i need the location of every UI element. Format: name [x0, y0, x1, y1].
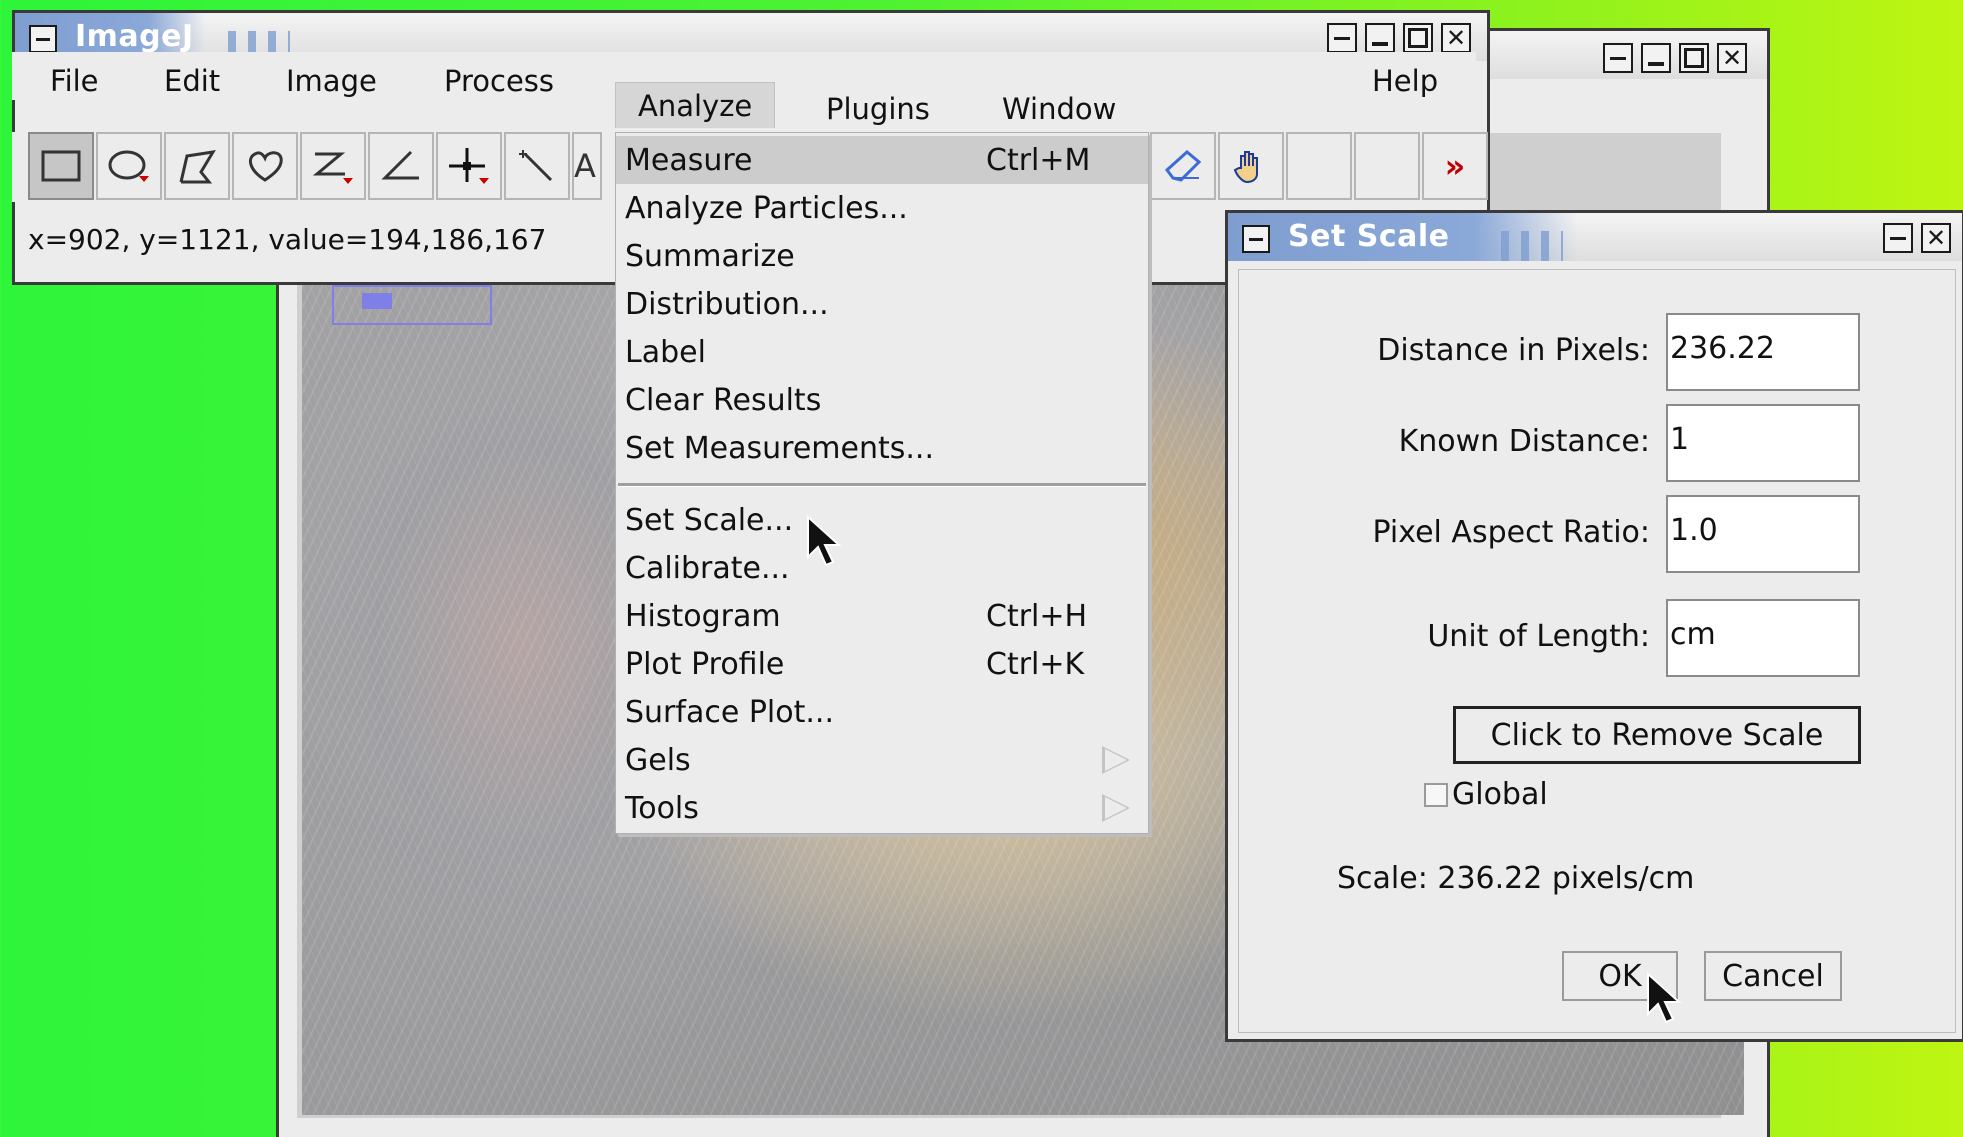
point-tool-icon[interactable]	[436, 132, 502, 200]
set-scale-close-button[interactable]: ✕	[1921, 223, 1951, 253]
imagej-lower-button[interactable]	[1365, 23, 1395, 53]
line-tool-icon[interactable]	[300, 132, 366, 200]
calibrate-label: Calibrate...	[625, 550, 790, 586]
distribution-label: Distribution...	[625, 286, 829, 322]
menu-plugins[interactable]: Plugins	[804, 86, 952, 132]
plot-profile-shortcut: Ctrl+K	[986, 646, 1085, 682]
text-tool-icon[interactable]: A	[572, 132, 602, 200]
mouse-cursor-icon	[807, 515, 842, 567]
menu-separator	[618, 483, 1146, 487]
global-label: Global	[1452, 777, 1548, 812]
label-label: Label	[625, 334, 706, 370]
menu-item-summarize[interactable]: Summarize	[616, 232, 1148, 280]
analyze-dropdown-menu: Measure Ctrl+M Analyze Particles... Summ…	[615, 132, 1149, 834]
oval-tool-icon[interactable]	[96, 132, 162, 200]
set-scale-system-menu-icon[interactable]	[1242, 225, 1270, 253]
angle-tool-icon[interactable]	[368, 132, 434, 200]
menu-item-calibrate[interactable]: Calibrate...	[616, 544, 1148, 592]
global-checkbox[interactable]	[1424, 783, 1448, 807]
imagej-title: ImageJ	[75, 19, 194, 54]
imagej-maximize-button[interactable]	[1403, 23, 1433, 53]
menu-item-set-scale[interactable]: Set Scale...	[616, 496, 1148, 544]
menu-window[interactable]: Window	[980, 86, 1138, 132]
set-scale-dialog: Set Scale ✕ Distance in Pixels: 236.22 K…	[1225, 210, 1963, 1042]
image-window-minimize-button[interactable]	[1603, 43, 1633, 73]
menu-item-measure[interactable]: Measure Ctrl+M	[616, 136, 1148, 184]
menu-item-plot-profile[interactable]: Plot Profile Ctrl+K	[616, 640, 1148, 688]
menu-item-tools[interactable]: Tools	[616, 784, 1148, 832]
imagej-menu-bar: File Edit Image Process Analyze Plugins …	[12, 52, 1476, 128]
unit-label: Unit of Length:	[1427, 619, 1650, 654]
measure-shortcut: Ctrl+M	[986, 142, 1091, 178]
eraser-tool-icon[interactable]	[1150, 132, 1216, 200]
menu-item-clear-results[interactable]: Clear Results	[616, 376, 1148, 424]
title-pattern-decoration	[1493, 231, 1563, 261]
plot-profile-label: Plot Profile	[625, 646, 785, 682]
menu-item-label[interactable]: Label	[616, 328, 1148, 376]
set-scale-title-bar[interactable]: Set Scale ✕	[1228, 213, 1962, 261]
set-scale-minimize-button[interactable]	[1883, 223, 1913, 253]
wand-tool-icon[interactable]	[504, 132, 570, 200]
menu-item-histogram[interactable]: Histogram Ctrl+H	[616, 592, 1148, 640]
analyze-particles-label: Analyze Particles...	[625, 190, 908, 226]
menu-analyze[interactable]: Analyze	[615, 82, 776, 128]
set-measurements-label: Set Measurements...	[625, 430, 934, 466]
selection-rectangle[interactable]	[332, 285, 492, 325]
submenu-arrow-icon	[1102, 746, 1130, 774]
aspect-ratio-label: Pixel Aspect Ratio:	[1372, 515, 1651, 550]
menu-item-distribution[interactable]: Distribution...	[616, 280, 1148, 328]
hand-tool-icon[interactable]	[1218, 132, 1284, 200]
imagej-close-button[interactable]: ✕	[1441, 23, 1471, 53]
mouse-cursor-icon	[1647, 972, 1682, 1024]
image-window-close-button[interactable]: ✕	[1717, 43, 1747, 73]
histogram-label: Histogram	[625, 598, 781, 634]
scale-readout: Scale: 236.22 pixels/cm	[1337, 861, 1695, 896]
surface-plot-label: Surface Plot...	[625, 694, 834, 730]
polygon-tool-icon[interactable]	[164, 132, 230, 200]
menu-edit[interactable]: Edit	[142, 58, 242, 104]
menu-process[interactable]: Process	[422, 58, 576, 104]
more-tools-icon[interactable]: »	[1422, 132, 1488, 200]
menu-item-analyze-particles[interactable]: Analyze Particles...	[616, 184, 1148, 232]
cancel-button[interactable]: Cancel	[1704, 951, 1842, 1001]
menu-help[interactable]: Help	[1350, 58, 1460, 104]
imagej-minimize-button[interactable]	[1327, 23, 1357, 53]
empty-tool-slot-2	[1354, 132, 1420, 200]
summarize-label: Summarize	[625, 238, 795, 274]
measure-label: Measure	[625, 142, 753, 178]
freehand-tool-icon[interactable]	[232, 132, 298, 200]
menu-item-set-measurements[interactable]: Set Measurements...	[616, 424, 1148, 472]
histogram-shortcut: Ctrl+H	[986, 598, 1088, 634]
menu-item-surface-plot[interactable]: Surface Plot...	[616, 688, 1148, 736]
status-readout: x=902, y=1121, value=194,186,167	[28, 223, 547, 256]
image-window-maximize-button[interactable]	[1679, 43, 1709, 73]
tools-label: Tools	[625, 790, 699, 826]
remove-scale-button[interactable]: Click to Remove Scale	[1453, 706, 1861, 764]
rectangle-tool-icon[interactable]	[28, 132, 94, 200]
image-window-lower-button[interactable]	[1641, 43, 1671, 73]
known-distance-label: Known Distance:	[1398, 424, 1650, 459]
menu-file[interactable]: File	[28, 58, 121, 104]
set-scale-title: Set Scale	[1288, 219, 1450, 254]
known-distance-field[interactable]: 1	[1666, 404, 1860, 482]
gels-label: Gels	[625, 742, 691, 778]
set-scale-label: Set Scale...	[625, 502, 794, 538]
imagej-system-menu-icon[interactable]	[29, 25, 57, 53]
distance-label: Distance in Pixels:	[1377, 333, 1650, 368]
submenu-arrow-icon	[1102, 794, 1130, 822]
distance-field[interactable]: 236.22	[1666, 313, 1860, 391]
empty-tool-slot-1	[1286, 132, 1352, 200]
aspect-ratio-field[interactable]: 1.0	[1666, 495, 1860, 573]
selection-handle[interactable]	[362, 293, 392, 309]
unit-field[interactable]: cm	[1666, 599, 1860, 677]
clear-results-label: Clear Results	[625, 382, 822, 418]
menu-image[interactable]: Image	[264, 58, 399, 104]
menu-item-gels[interactable]: Gels	[616, 736, 1148, 784]
